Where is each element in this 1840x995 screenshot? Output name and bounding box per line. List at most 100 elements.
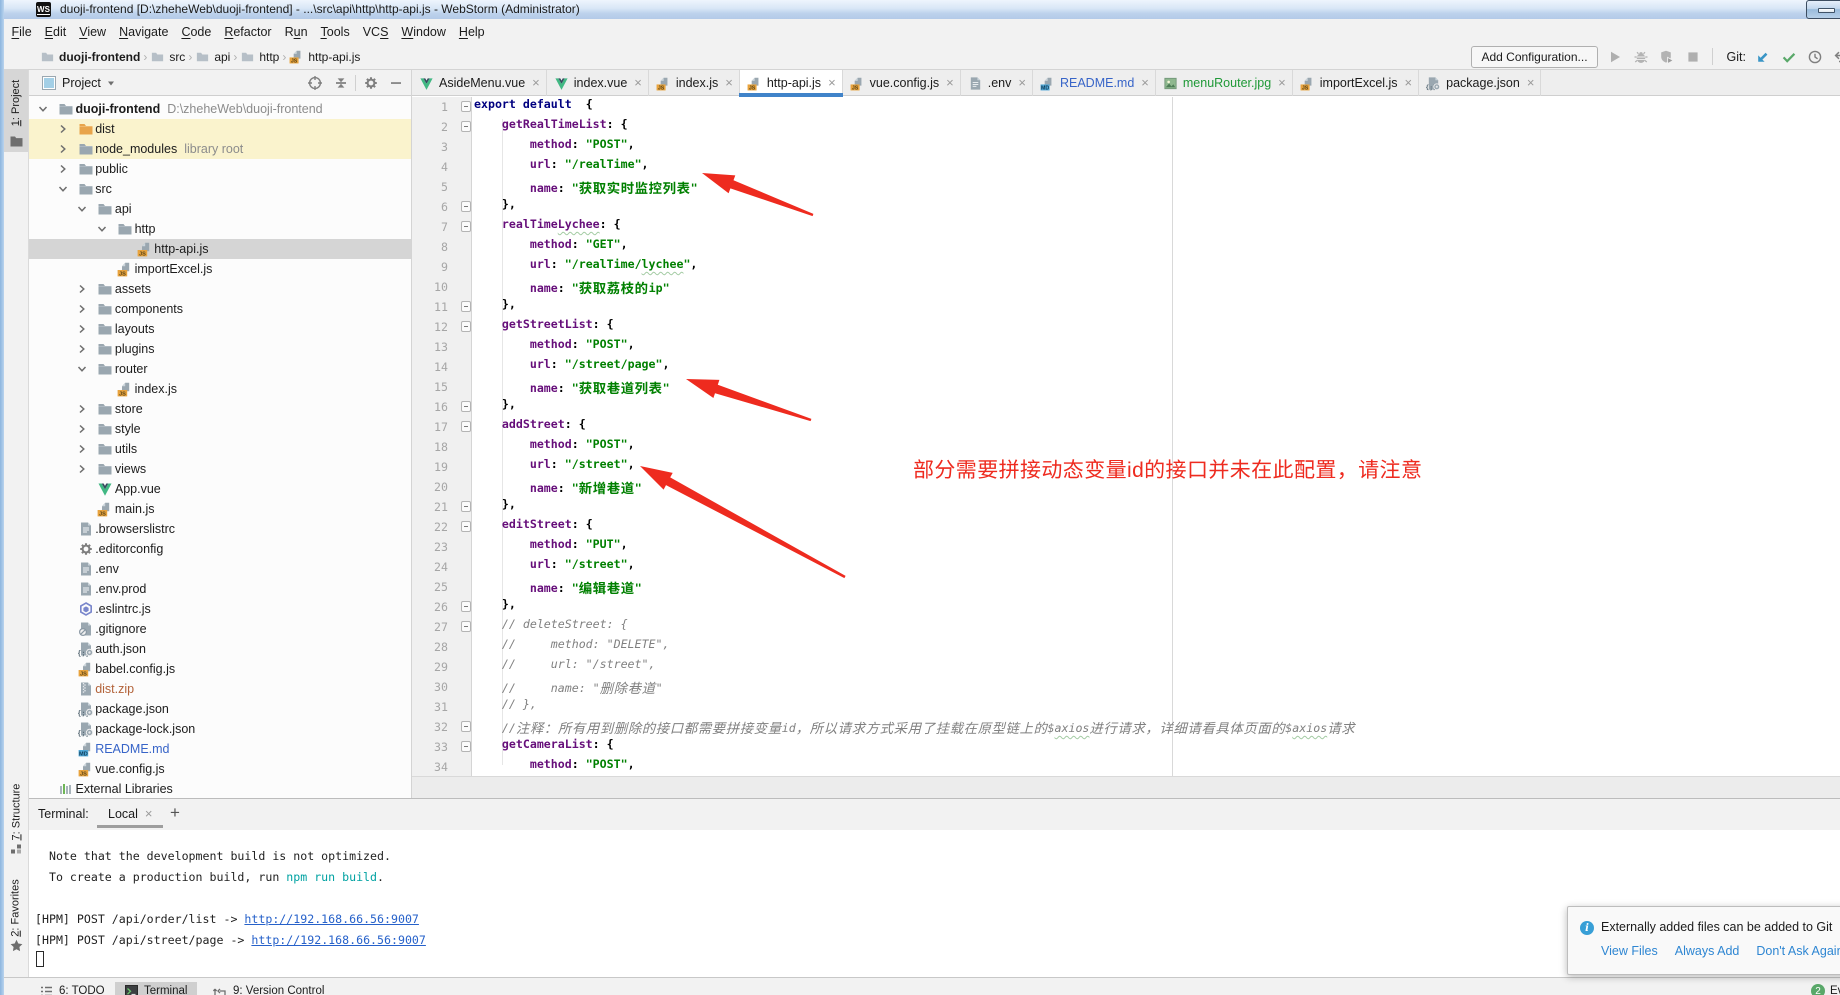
- fold-marker[interactable]: [461, 741, 471, 752]
- tree-item-utils[interactable]: utils: [29, 439, 411, 459]
- close-icon[interactable]: ×: [1405, 78, 1413, 88]
- breadcrumb-item[interactable]: duoji-frontend: [40, 49, 140, 64]
- terminal-tab-local[interactable]: Local ×: [97, 799, 163, 828]
- menu-tools[interactable]: Tools: [314, 25, 356, 39]
- menu-run[interactable]: Run: [278, 25, 314, 39]
- statusbar-terminal[interactable]: Terminal: [115, 982, 197, 995]
- debug-icon[interactable]: [1633, 49, 1649, 65]
- tree-item-duoji-frontend[interactable]: duoji-frontendD:\zheheWeb\duoji-frontend: [29, 99, 411, 119]
- close-icon[interactable]: ×: [946, 78, 954, 88]
- history-icon[interactable]: [1807, 49, 1823, 65]
- tree-item-public[interactable]: public: [29, 159, 411, 179]
- chevron-collapsed-icon[interactable]: [77, 464, 87, 474]
- notification-action-don-t-ask-again[interactable]: Don't Ask Again: [1756, 944, 1840, 958]
- chevron-collapsed-icon[interactable]: [77, 284, 87, 294]
- editor-tab-index.js[interactable]: JSindex.js×: [649, 70, 740, 96]
- statusbar--version-control[interactable]: 9: Version Control: [203, 982, 334, 995]
- editor-tab-menuRouter.jpg[interactable]: menuRouter.jpg×: [1156, 70, 1293, 96]
- chevron-collapsed-icon[interactable]: [58, 124, 68, 134]
- fold-marker[interactable]: [461, 421, 471, 432]
- tree-item-assets[interactable]: assets: [29, 279, 411, 299]
- locate-icon[interactable]: [307, 70, 323, 95]
- tree-item-dist[interactable]: dist: [29, 119, 411, 139]
- editor-tab-.env[interactable]: .env×: [961, 70, 1033, 96]
- close-icon[interactable]: ×: [532, 78, 540, 88]
- tree-item-.gitignore[interactable]: .gitignore: [29, 619, 411, 639]
- close-icon[interactable]: ×: [634, 78, 642, 88]
- close-icon[interactable]: ×: [1018, 78, 1026, 88]
- tree-item-ExternalLibraries[interactable]: External Libraries: [29, 779, 411, 798]
- fold-marker[interactable]: [461, 721, 471, 732]
- chevron-expanded-icon[interactable]: [58, 184, 68, 194]
- tree-item-README.md[interactable]: MDREADME.md: [29, 739, 411, 759]
- tree-item-http[interactable]: http: [29, 219, 411, 239]
- editor-tab-importExcel.js[interactable]: JSimportExcel.js×: [1293, 70, 1419, 96]
- tree-item-src[interactable]: src: [29, 179, 411, 199]
- chevron-down-icon[interactable]: [106, 78, 116, 88]
- tree-item-.editorconfig[interactable]: .editorconfig: [29, 539, 411, 559]
- editor-tab-index.vue[interactable]: index.vue×: [547, 70, 649, 96]
- fold-marker[interactable]: [461, 521, 471, 532]
- tree-item-.eslintrc.js[interactable]: .eslintrc.js: [29, 599, 411, 619]
- tree-item-babel.config.js[interactable]: JSbabel.config.js: [29, 659, 411, 679]
- chevron-collapsed-icon[interactable]: [58, 164, 68, 174]
- tree-item-.env[interactable]: .env: [29, 559, 411, 579]
- tree-item-http-api.js[interactable]: JShttp-api.js: [29, 239, 411, 259]
- statusbar--todo[interactable]: 6: TODO: [30, 982, 115, 995]
- editor-tab-AsideMenu.vue[interactable]: AsideMenu.vue×: [412, 70, 547, 96]
- chevron-expanded-icon[interactable]: [38, 104, 48, 114]
- project-view-title[interactable]: Project: [62, 76, 101, 90]
- notification-action-always-add[interactable]: Always Add: [1675, 944, 1740, 958]
- fold-marker[interactable]: [461, 501, 471, 512]
- menu-view[interactable]: View: [73, 25, 113, 39]
- hide-icon[interactable]: [388, 70, 404, 95]
- menu-edit[interactable]: Edit: [38, 25, 73, 39]
- commit-icon[interactable]: [1781, 49, 1797, 65]
- tree-item-dist.zip[interactable]: dist.zip: [29, 679, 411, 699]
- breadcrumb-item[interactable]: src: [150, 49, 185, 64]
- run-icon[interactable]: [1607, 49, 1623, 65]
- chevron-collapsed-icon[interactable]: [77, 404, 87, 414]
- chevron-collapsed-icon[interactable]: [77, 444, 87, 454]
- chevron-expanded-icon[interactable]: [97, 224, 107, 234]
- menu-window[interactable]: Window: [395, 25, 452, 39]
- tree-item-plugins[interactable]: plugins: [29, 339, 411, 359]
- tree-item-index.js[interactable]: JSindex.js: [29, 379, 411, 399]
- menu-file[interactable]: File: [5, 25, 38, 39]
- fold-marker[interactable]: [461, 601, 471, 612]
- close-icon[interactable]: ×: [725, 78, 733, 88]
- new-terminal-session-button[interactable]: +: [170, 803, 180, 823]
- breadcrumb-item[interactable]: http: [240, 49, 279, 64]
- fold-marker[interactable]: [461, 321, 471, 332]
- chevron-expanded-icon[interactable]: [77, 204, 87, 214]
- revert-icon[interactable]: [1833, 49, 1840, 65]
- tree-item-nodemodules[interactable]: node_moduleslibrary root: [29, 139, 411, 159]
- menu-refactor[interactable]: Refactor: [218, 25, 278, 39]
- tree-item-App.vue[interactable]: App.vue: [29, 479, 411, 499]
- tree-item-components[interactable]: components: [29, 299, 411, 319]
- stop-icon[interactable]: [1685, 49, 1701, 65]
- coverage-icon[interactable]: [1659, 49, 1675, 65]
- close-icon[interactable]: ×: [145, 806, 153, 821]
- collapse-icon[interactable]: [333, 70, 349, 95]
- editor-tab-package.json[interactable]: {;}package.json×: [1419, 70, 1541, 96]
- tree-item-style[interactable]: style: [29, 419, 411, 439]
- event-log-label[interactable]: Event Log: [1830, 985, 1840, 995]
- tree-item-api[interactable]: api: [29, 199, 411, 219]
- editor-tab-http-api.js[interactable]: JShttp-api.js×: [740, 70, 843, 96]
- chevron-collapsed-icon[interactable]: [77, 324, 87, 334]
- tree-item-importExcel.js[interactable]: JSimportExcel.js: [29, 259, 411, 279]
- fold-marker[interactable]: [461, 621, 471, 632]
- editor-tab-vue.config.js[interactable]: JSvue.config.js×: [843, 70, 961, 96]
- code-editor[interactable]: 1234567891011121314151617181920212223242…: [412, 97, 1840, 776]
- tree-item-views[interactable]: views: [29, 459, 411, 479]
- close-icon[interactable]: ×: [1141, 78, 1149, 88]
- editor-hscrollbar-area[interactable]: [412, 776, 1840, 798]
- tree-item-vue.config.js[interactable]: JSvue.config.js: [29, 759, 411, 779]
- fold-marker[interactable]: [461, 301, 471, 312]
- editor-tab-README.md[interactable]: MDREADME.md×: [1033, 70, 1156, 96]
- add-configuration-button[interactable]: Add Configuration...: [1471, 46, 1597, 68]
- stripe-button-project[interactable]: 1: Project: [4, 69, 28, 152]
- chevron-collapsed-icon[interactable]: [77, 424, 87, 434]
- close-icon[interactable]: ×: [1278, 78, 1286, 88]
